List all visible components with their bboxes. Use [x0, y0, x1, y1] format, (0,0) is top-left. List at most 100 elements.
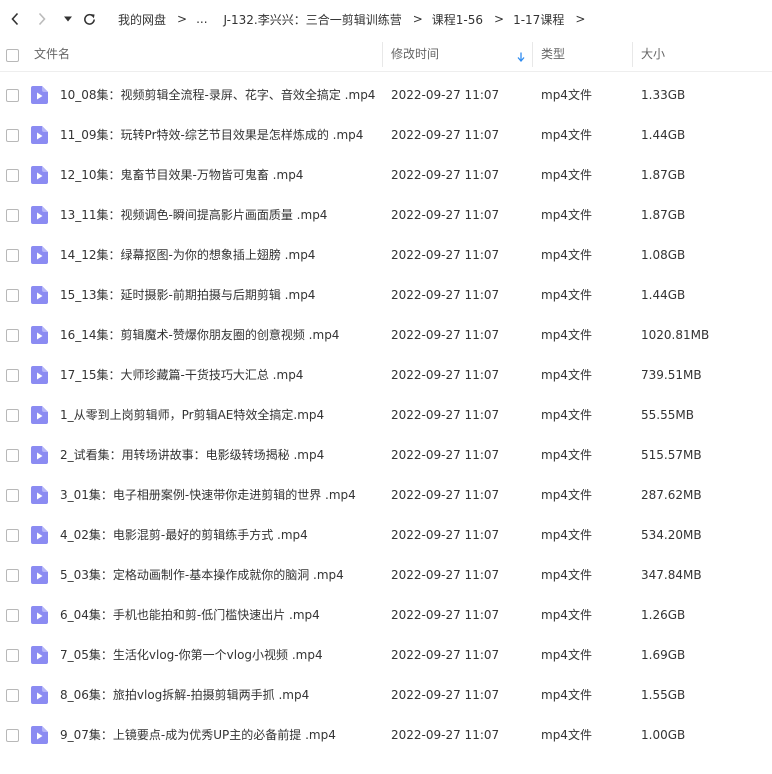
row-checkbox[interactable] — [6, 169, 19, 182]
file-type: mp4文件 — [541, 648, 592, 662]
row-checkbox[interactable] — [6, 129, 19, 142]
file-size: 1020.81MB — [641, 328, 710, 342]
file-type: mp4文件 — [541, 368, 592, 382]
back-icon[interactable] — [6, 10, 24, 28]
file-type: mp4文件 — [541, 448, 592, 462]
file-row[interactable]: 12_10集：鬼畜节目效果-万物皆可鬼畜 .mp4 2022-09-27 11:… — [0, 155, 772, 195]
file-type: mp4文件 — [541, 728, 592, 742]
toolbar: 我的网盘 > ... J-132.李兴兴：三合一剪辑训练营 > 课程1-56 >… — [0, 0, 772, 38]
column-header-name[interactable]: 文件名 — [34, 38, 70, 71]
file-row[interactable]: 10_08集：视频剪辑全流程-录屏、花字、音效全搞定 .mp4 2022-09-… — [0, 75, 772, 115]
file-name[interactable]: 1_从零到上岗剪辑师，Pr剪辑AE特效全搞定.mp4 — [60, 395, 324, 435]
file-row[interactable]: 2_试看集：用转场讲故事：电影级转场揭秘 .mp4 2022-09-27 11:… — [0, 435, 772, 475]
column-header-size[interactable]: 大小 — [641, 38, 665, 71]
video-file-icon — [31, 526, 48, 544]
sort-descending-icon[interactable] — [517, 51, 525, 65]
file-row[interactable]: 17_15集：大师珍藏篇-干货技巧大汇总 .mp4 2022-09-27 11:… — [0, 355, 772, 395]
file-row[interactable]: 1_从零到上岗剪辑师，Pr剪辑AE特效全搞定.mp4 2022-09-27 11… — [0, 395, 772, 435]
refresh-icon[interactable] — [80, 10, 98, 28]
file-modified-time: 2022-09-27 11:07 — [391, 328, 500, 342]
file-name[interactable]: 11_09集：玩转Pr特效-综艺节目效果是怎样炼成的 .mp4 — [60, 115, 363, 155]
history-dropdown-icon[interactable] — [59, 10, 77, 28]
column-divider[interactable] — [382, 42, 383, 67]
file-name[interactable]: 8_06集：旅拍vlog拆解-拍摄剪辑两手抓 .mp4 — [60, 675, 309, 715]
row-checkbox[interactable] — [6, 489, 19, 502]
row-checkbox[interactable] — [6, 409, 19, 422]
file-size: 1.00GB — [641, 728, 686, 742]
file-size: 1.55GB — [641, 688, 686, 702]
row-checkbox[interactable] — [6, 569, 19, 582]
breadcrumb-separator: > — [412, 12, 423, 26]
file-name[interactable]: 15_13集：延时摄影-前期拍摄与后期剪辑 .mp4 — [60, 275, 315, 315]
file-size: 347.84MB — [641, 568, 702, 582]
row-checkbox[interactable] — [6, 729, 19, 742]
row-checkbox[interactable] — [6, 649, 19, 662]
file-name[interactable]: 17_15集：大师珍藏篇-干货技巧大汇总 .mp4 — [60, 355, 303, 395]
file-name[interactable]: 2_试看集：用转场讲故事：电影级转场揭秘 .mp4 — [60, 435, 324, 475]
file-name[interactable]: 6_04集：手机也能拍和剪-低门槛快速出片 .mp4 — [60, 595, 320, 635]
file-row[interactable]: 4_02集：电影混剪-最好的剪辑练手方式 .mp4 2022-09-27 11:… — [0, 515, 772, 555]
file-row[interactable]: 16_14集：剪辑魔术-赞爆你朋友圈的创意视频 .mp4 2022-09-27 … — [0, 315, 772, 355]
row-checkbox[interactable] — [6, 369, 19, 382]
column-divider[interactable] — [632, 42, 633, 67]
file-size: 1.08GB — [641, 248, 686, 262]
file-row[interactable]: 7_05集：生活化vlog-你第一个vlog小视频 .mp4 2022-09-2… — [0, 635, 772, 675]
breadcrumb-item-lessons-folder[interactable]: 课程1-56 — [432, 11, 483, 28]
video-file-icon — [31, 446, 48, 464]
file-modified-time: 2022-09-27 11:07 — [391, 128, 500, 142]
file-type: mp4文件 — [541, 528, 592, 542]
row-checkbox[interactable] — [6, 89, 19, 102]
forward-icon[interactable] — [33, 10, 51, 28]
file-name[interactable]: 5_03集：定格动画制作-基本操作成就你的脑洞 .mp4 — [60, 555, 344, 595]
file-name[interactable]: 4_02集：电影混剪-最好的剪辑练手方式 .mp4 — [60, 515, 308, 555]
video-file-icon — [31, 366, 48, 384]
file-name[interactable]: 13_11集：视频调色-瞬间提高影片画面质量 .mp4 — [60, 195, 327, 235]
file-modified-time: 2022-09-27 11:07 — [391, 248, 500, 262]
file-type: mp4文件 — [541, 488, 592, 502]
file-modified-time: 2022-09-27 11:07 — [391, 408, 500, 422]
file-row[interactable]: 14_12集：绿幕抠图-为你的想象插上翅膀 .mp4 2022-09-27 11… — [0, 235, 772, 275]
file-row[interactable]: 13_11集：视频调色-瞬间提高影片画面质量 .mp4 2022-09-27 1… — [0, 195, 772, 235]
row-checkbox[interactable] — [6, 209, 19, 222]
row-checkbox[interactable] — [6, 609, 19, 622]
video-file-icon — [31, 606, 48, 624]
file-size: 1.33GB — [641, 88, 686, 102]
file-row[interactable]: 6_04集：手机也能拍和剪-低门槛快速出片 .mp4 2022-09-27 11… — [0, 595, 772, 635]
file-size: 287.62MB — [641, 488, 702, 502]
video-file-icon — [31, 206, 48, 224]
file-name[interactable]: 16_14集：剪辑魔术-赞爆你朋友圈的创意视频 .mp4 — [60, 315, 339, 355]
breadcrumb-item-my-drive[interactable]: 我的网盘 — [118, 11, 166, 28]
column-header-modified[interactable]: 修改时间 — [391, 38, 439, 71]
breadcrumb-item-ellipsis[interactable]: ... — [196, 12, 207, 26]
file-row[interactable]: 15_13集：延时摄影-前期拍摄与后期剪辑 .mp4 2022-09-27 11… — [0, 275, 772, 315]
file-name[interactable]: 9_07集：上镜要点-成为优秀UP主的必备前提 .mp4 — [60, 715, 336, 755]
file-name[interactable]: 14_12集：绿幕抠图-为你的想象插上翅膀 .mp4 — [60, 235, 315, 275]
file-size: 55.55MB — [641, 408, 694, 422]
row-checkbox[interactable] — [6, 689, 19, 702]
row-checkbox[interactable] — [6, 249, 19, 262]
file-list-header: 文件名 修改时间 类型 大小 — [0, 38, 772, 72]
file-type: mp4文件 — [541, 568, 592, 582]
file-name[interactable]: 10_08集：视频剪辑全流程-录屏、花字、音效全搞定 .mp4 — [60, 75, 375, 115]
file-modified-time: 2022-09-27 11:07 — [391, 488, 500, 502]
file-row[interactable]: 9_07集：上镜要点-成为优秀UP主的必备前提 .mp4 2022-09-27 … — [0, 715, 772, 755]
breadcrumb-item-course-folder[interactable]: J-132.李兴兴：三合一剪辑训练营 — [224, 11, 402, 28]
file-name[interactable]: 7_05集：生活化vlog-你第一个vlog小视频 .mp4 — [60, 635, 323, 675]
row-checkbox[interactable] — [6, 449, 19, 462]
breadcrumb-item-current-folder[interactable]: 1-17课程 — [513, 11, 564, 28]
file-row[interactable]: 11_09集：玩转Pr特效-综艺节目效果是怎样炼成的 .mp4 2022-09-… — [0, 115, 772, 155]
file-type: mp4文件 — [541, 408, 592, 422]
file-row[interactable]: 5_03集：定格动画制作-基本操作成就你的脑洞 .mp4 2022-09-27 … — [0, 555, 772, 595]
row-checkbox[interactable] — [6, 529, 19, 542]
file-type: mp4文件 — [541, 168, 592, 182]
column-header-type[interactable]: 类型 — [541, 38, 565, 71]
video-file-icon — [31, 326, 48, 344]
file-name[interactable]: 12_10集：鬼畜节目效果-万物皆可鬼畜 .mp4 — [60, 155, 303, 195]
file-row[interactable]: 8_06集：旅拍vlog拆解-拍摄剪辑两手抓 .mp4 2022-09-27 1… — [0, 675, 772, 715]
row-checkbox[interactable] — [6, 289, 19, 302]
column-divider[interactable] — [532, 42, 533, 67]
select-all-checkbox[interactable] — [6, 49, 19, 62]
file-name[interactable]: 3_01集：电子相册案例-快速带你走进剪辑的世界 .mp4 — [60, 475, 356, 515]
file-row[interactable]: 3_01集：电子相册案例-快速带你走进剪辑的世界 .mp4 2022-09-27… — [0, 475, 772, 515]
row-checkbox[interactable] — [6, 329, 19, 342]
